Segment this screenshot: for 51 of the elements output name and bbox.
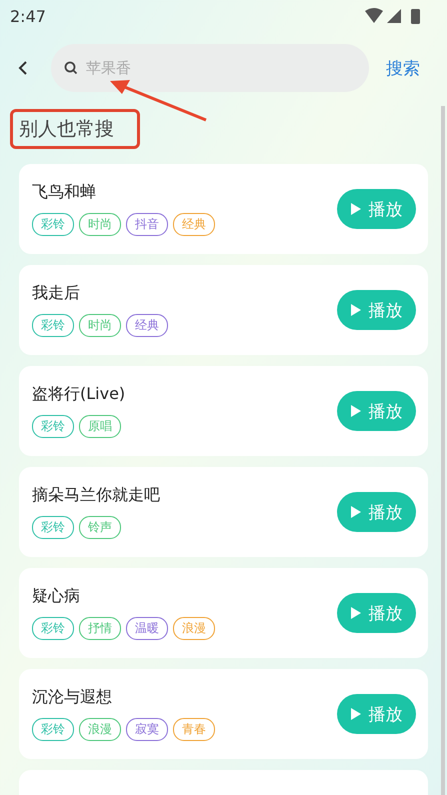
play-button[interactable]: 播放	[337, 593, 416, 633]
song-card[interactable]: 沉沦与遐想 彩铃 浪漫 寂寞 青春 播放	[19, 669, 428, 759]
status-icons	[365, 7, 423, 25]
tag: 浪漫	[173, 617, 215, 640]
play-button[interactable]: 播放	[337, 290, 416, 330]
search-icon	[64, 61, 78, 75]
search-bar[interactable]: 苹果香	[51, 44, 369, 92]
section-title: 别人也常搜	[19, 117, 114, 142]
tag: 青春	[173, 718, 215, 741]
song-card[interactable]: 疑心病 彩铃 抒情 温暖 浪漫 播放	[19, 568, 428, 658]
search-button[interactable]: 搜索	[386, 56, 420, 80]
tag: 彩铃	[32, 516, 74, 539]
song-title: 我走后	[32, 283, 81, 304]
search-field[interactable]: 苹果香	[84, 58, 288, 78]
tag: 寂寞	[126, 718, 168, 741]
tag: 彩铃	[32, 213, 74, 236]
play-icon	[350, 708, 360, 720]
tag: 铃声	[79, 516, 121, 539]
song-card[interactable]: 我走后 彩铃 时尚 经典 播放	[19, 265, 428, 355]
back-icon[interactable]	[18, 60, 28, 76]
play-icon	[350, 405, 360, 417]
play-icon	[350, 304, 360, 316]
tag: 抒情	[79, 617, 121, 640]
song-title: 沉沦与遐想	[32, 687, 113, 708]
status-time: 2:47	[10, 6, 46, 26]
tag: 彩铃	[32, 314, 74, 337]
song-title: 疑心病	[32, 586, 81, 607]
play-button[interactable]: 播放	[337, 189, 416, 229]
song-title: 摘朵马兰你就走吧	[32, 485, 160, 506]
play-button[interactable]: 播放	[337, 492, 416, 532]
song-title: 飞鸟和蝉	[32, 182, 97, 203]
tag: 彩铃	[32, 415, 74, 438]
song-card[interactable]: 摘朵马兰你就走吧 彩铃 铃声 播放	[19, 467, 428, 557]
tag: 浪漫	[79, 718, 121, 741]
play-button[interactable]: 播放	[337, 694, 416, 734]
play-icon	[350, 203, 360, 215]
play-button[interactable]: 播放	[337, 391, 416, 431]
song-card[interactable]: 飞鸟和蝉 彩铃 时尚 抖音 经典 播放	[19, 164, 428, 254]
tag: 抖音	[126, 213, 168, 236]
tag: 时尚	[79, 314, 121, 337]
tag: 原唱	[79, 415, 121, 438]
tag: 经典	[173, 213, 215, 236]
tag: 温暖	[126, 617, 168, 640]
play-icon	[350, 607, 360, 619]
tag: 彩铃	[32, 718, 74, 741]
play-icon	[350, 506, 360, 518]
tag: 时尚	[79, 213, 121, 236]
tag: 彩铃	[32, 617, 74, 640]
tag: 经典	[126, 314, 168, 337]
song-card[interactable]: 盗将行(Live) 彩铃 原唱 播放	[19, 366, 428, 456]
song-title: 盗将行(Live)	[32, 384, 126, 405]
